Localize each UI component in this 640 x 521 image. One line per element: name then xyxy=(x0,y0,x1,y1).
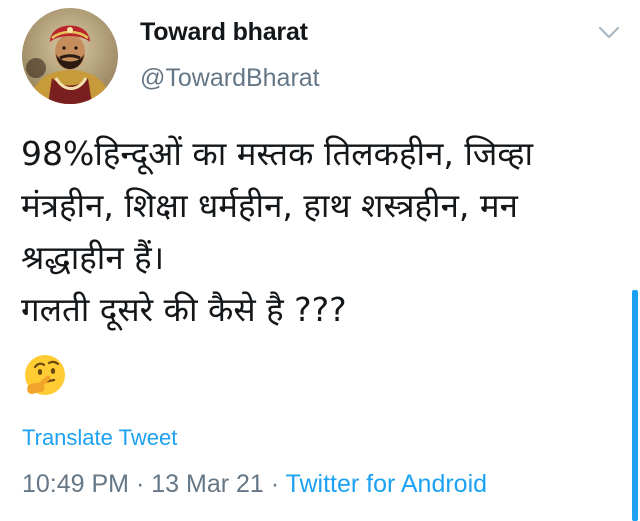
tweet-text-line: 98%हिन्दूओं का मस्तक तिलकहीन, जिव्हा xyxy=(21,134,534,173)
chevron-down-icon[interactable] xyxy=(596,22,622,44)
tweet-text-line: गलती दूसरे की कैसे है ??? xyxy=(21,290,347,329)
tweet-date[interactable]: 13 Mar 21 xyxy=(151,470,264,498)
tweet-text: 98%हिन्दूओं का मस्तक तिलकहीन, जिव्हा मंत… xyxy=(21,128,621,336)
tweet-meta: 10:49 PM · 13 Mar 21 · Twitter for Andro… xyxy=(22,470,487,499)
portrait-icon xyxy=(22,8,118,104)
tweet-time[interactable]: 10:49 PM xyxy=(22,470,129,498)
tweet-text-line: श्रद्धाहीन हैं। xyxy=(21,238,165,277)
meta-separator: · xyxy=(263,470,286,498)
scrollbar[interactable] xyxy=(632,290,638,521)
thinking-face-emoji-icon xyxy=(22,352,68,398)
author-display-name[interactable]: Toward bharat xyxy=(140,18,308,47)
translate-tweet-link[interactable]: Translate Tweet xyxy=(22,425,177,451)
tweet-text-line: मंत्रहीन, शिक्षा धर्महीन, हाथ शस्त्रहीन,… xyxy=(21,186,518,225)
meta-separator: · xyxy=(129,470,152,498)
avatar[interactable] xyxy=(22,8,118,104)
tweet-source-link[interactable]: Twitter for Android xyxy=(286,470,487,498)
tweet-card: Toward bharat @TowardBharat 98%हिन्दूओं … xyxy=(0,0,640,521)
author-handle[interactable]: @TowardBharat xyxy=(140,64,320,93)
